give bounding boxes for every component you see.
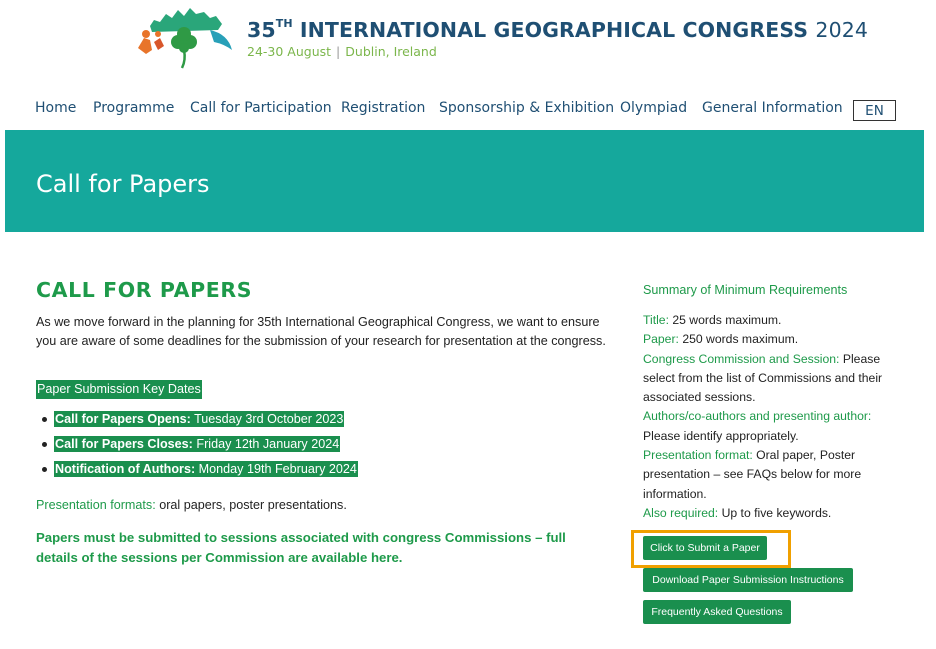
requirement-label: Presentation format: <box>643 448 753 463</box>
faq-button[interactable]: Frequently Asked Questions <box>643 600 791 624</box>
nav-item-home[interactable]: Home <box>35 100 76 116</box>
nav-item-registration[interactable]: Registration <box>341 100 425 116</box>
page-title: Call for Papers <box>36 170 210 198</box>
language-selector[interactable]: EN <box>853 100 896 121</box>
requirement-item: Presentation format: Oral paper, Poster … <box>643 446 903 504</box>
requirement-value: Up to five keywords. <box>721 505 832 520</box>
congress-location: Dublin, Ireland <box>345 44 437 59</box>
requirement-value: 25 words maximum. <box>672 313 782 327</box>
nav-item-call-for-participation[interactable]: Call for Participation <box>190 100 332 116</box>
date-label: Call for Papers Opens: <box>55 412 191 426</box>
congress-subtitle: 24-30 August | Dublin, Ireland <box>247 44 437 59</box>
title-suffix: TH <box>275 17 293 30</box>
date-label: Notification of Authors: <box>55 462 196 476</box>
shamrock-logo-icon <box>138 8 232 69</box>
requirement-label: Congress Commission and Session: <box>643 351 840 366</box>
requirement-label: Title: <box>643 313 669 327</box>
title-main: INTERNATIONAL GEOGRAPHICAL CONGRESS <box>299 18 809 42</box>
formats-value: oral papers, poster presentations. <box>159 498 347 512</box>
nav-item-programme[interactable]: Programme <box>93 100 174 116</box>
date-value: Monday 19th February 2024 <box>198 462 357 476</box>
key-dates-title: Paper Submission Key Dates <box>36 380 202 399</box>
date-label: Call for Papers Closes: <box>55 437 193 451</box>
submit-paper-button[interactable]: Click to Submit a Paper <box>643 536 767 560</box>
congress-dates: 24-30 August <box>247 44 332 59</box>
section-heading: CALL FOR PAPERS <box>36 278 253 302</box>
nav-item-olympiad[interactable]: Olympiad <box>620 100 687 116</box>
subtitle-separator: | <box>336 44 341 59</box>
requirement-item: Paper: 250 words maximum. <box>643 330 903 349</box>
sidebar-title: Summary of Minimum Requirements <box>643 283 848 297</box>
list-item: Call for Papers Opens: Tuesday 3rd Octob… <box>36 410 358 435</box>
title-number: 35 <box>247 18 276 42</box>
download-instructions-button[interactable]: Download Paper Submission Instructions <box>643 568 853 592</box>
requirement-item: Also required: Up to five keywords. <box>643 504 903 523</box>
requirement-item: Title: 25 words maximum. <box>643 311 903 330</box>
formats-label: Presentation formats: <box>36 498 156 512</box>
requirement-value: 250 words maximum. <box>682 332 799 347</box>
requirement-value: Please identify appropriately. <box>643 428 799 443</box>
requirement-item: Authors/co-authors and presenting author… <box>643 407 903 446</box>
list-item: Notification of Authors: Monday 19th Feb… <box>36 460 358 485</box>
requirement-label: Authors/co-authors and presenting author… <box>643 409 872 424</box>
congress-title: 35TH INTERNATIONAL GEOGRAPHICAL CONGRESS… <box>247 17 868 42</box>
requirement-label: Paper: <box>643 332 679 347</box>
requirement-item: Congress Commission and Session: Please … <box>643 350 903 408</box>
requirement-label: Also required: <box>643 505 719 520</box>
title-year: 2024 <box>815 18 868 42</box>
date-value: Friday 12th January 2024 <box>196 437 340 451</box>
requirements-list: Title: 25 words maximum. Paper: 250 word… <box>643 311 903 523</box>
congress-logo[interactable] <box>132 4 242 70</box>
date-value: Tuesday 3rd October 2023 <box>194 412 344 426</box>
list-item: Call for Papers Closes: Friday 12th Janu… <box>36 435 358 460</box>
main-nav: Home Programme Call for Participation Re… <box>0 100 936 122</box>
page-banner: Call for Papers <box>5 130 924 232</box>
commission-details-link[interactable]: Papers must be submitted to sessions ass… <box>36 528 596 568</box>
presentation-formats: Presentation formats: oral papers, poste… <box>36 498 347 512</box>
nav-item-general-information[interactable]: General Information <box>702 100 843 116</box>
nav-item-sponsorship-exhibition[interactable]: Sponsorship & Exhibition <box>439 100 614 116</box>
intro-paragraph: As we move forward in the planning for 3… <box>36 315 606 348</box>
key-dates-list: Call for Papers Opens: Tuesday 3rd Octob… <box>36 410 358 485</box>
